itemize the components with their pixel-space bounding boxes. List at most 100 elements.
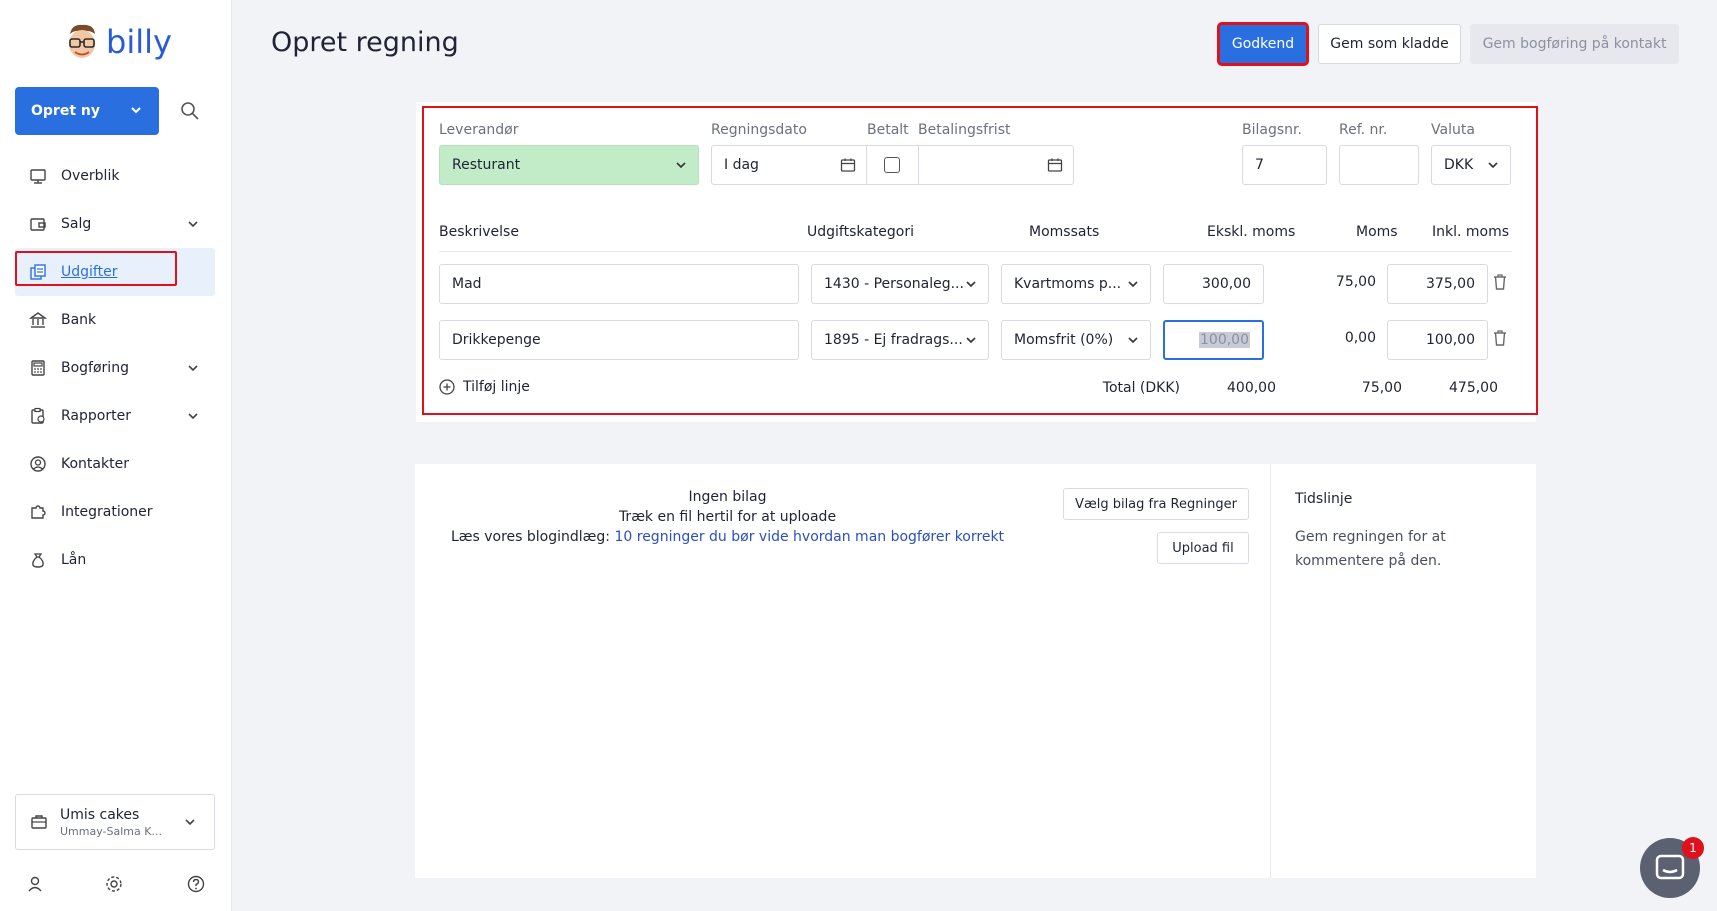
line-excl-input[interactable]: 300,00 bbox=[1163, 264, 1264, 304]
ref-input[interactable] bbox=[1339, 145, 1419, 185]
org-user: Ummay-Salma K... bbox=[60, 824, 162, 838]
line-description-input[interactable]: Mad bbox=[439, 264, 799, 304]
total-incl: 475,00 bbox=[1449, 380, 1498, 396]
trash-icon[interactable] bbox=[1492, 273, 1508, 291]
line-excl-value: 300,00 bbox=[1202, 276, 1251, 292]
sidebar-item-label: Integrationer bbox=[61, 504, 153, 520]
create-new-label: Opret ny bbox=[31, 103, 100, 119]
supplier-value: Resturant bbox=[452, 157, 521, 173]
sidebar-item-label: Bank bbox=[61, 312, 97, 328]
sidebar-item-rapporter[interactable]: Rapporter bbox=[15, 392, 215, 440]
sidebar-item-overblik[interactable]: Overblik bbox=[15, 152, 215, 200]
sidebar-item-label: Rapporter bbox=[61, 408, 131, 424]
sidebar-item-bogforing[interactable]: Bogføring bbox=[15, 344, 215, 392]
col-excl: Ekskl. moms bbox=[1207, 224, 1296, 240]
chevron-down-icon bbox=[966, 337, 976, 344]
sidebar-footer bbox=[0, 875, 232, 899]
chevron-down-icon bbox=[1128, 337, 1138, 344]
page-title: Opret regning bbox=[271, 27, 459, 58]
chevron-down-icon bbox=[1128, 281, 1138, 288]
billy-face-icon bbox=[69, 24, 95, 58]
bills-icon bbox=[30, 264, 46, 280]
bill-date-input[interactable]: I dag bbox=[711, 145, 867, 185]
line-incl-value: 100,00 bbox=[1426, 332, 1475, 348]
chevron-down-icon bbox=[188, 365, 198, 372]
logo[interactable]: billy bbox=[64, 22, 172, 62]
bill-date-label: Regningsdato bbox=[711, 122, 807, 138]
ref-label: Ref. nr. bbox=[1339, 122, 1388, 138]
sidebar: billy Opret ny Overblik Salg Udgifter Ba… bbox=[0, 0, 232, 911]
sidebar-item-label: Kontakter bbox=[61, 456, 129, 472]
line-category-value: 1895 - Ej fradrags... bbox=[824, 332, 963, 348]
col-description: Beskrivelse bbox=[439, 224, 519, 240]
chat-badge: 1 bbox=[1682, 837, 1704, 859]
sidebar-item-integrationer[interactable]: Integrationer bbox=[15, 488, 215, 536]
currency-select[interactable]: DKK bbox=[1431, 145, 1511, 185]
no-attachments-text: Ingen bilag bbox=[688, 489, 767, 505]
logo-text: billy bbox=[106, 23, 172, 61]
user-icon[interactable] bbox=[26, 875, 44, 897]
line-vat-rate-value: Momsfrit (0%) bbox=[1014, 332, 1114, 348]
chevron-down-icon bbox=[676, 162, 686, 169]
sidebar-item-kontakter[interactable]: Kontakter bbox=[15, 440, 215, 488]
currency-label: Valuta bbox=[1431, 122, 1475, 138]
timeline-text: Gem regningen for at kommentere på den. bbox=[1295, 529, 1446, 569]
sidebar-item-label: Overblik bbox=[61, 168, 120, 184]
chevron-down-icon bbox=[185, 819, 195, 826]
voucher-input[interactable]: 7 bbox=[1242, 145, 1327, 185]
supplier-select[interactable]: Resturant bbox=[439, 145, 699, 185]
blog-link[interactable]: 10 regninger du bør vide hvordan man bog… bbox=[614, 529, 1004, 545]
add-line-label: Tilføj linje bbox=[463, 379, 530, 395]
due-date-input[interactable] bbox=[918, 145, 1074, 185]
line-incl-input[interactable]: 100,00 bbox=[1387, 320, 1488, 360]
add-line-button[interactable]: Tilføj linje bbox=[439, 379, 530, 395]
paid-checkbox[interactable] bbox=[884, 157, 900, 173]
plus-circle-icon bbox=[439, 379, 455, 395]
sidebar-item-bank[interactable]: Bank bbox=[15, 296, 215, 344]
bank-icon bbox=[29, 312, 47, 328]
sidebar-item-label: Lån bbox=[61, 552, 87, 568]
create-new-button[interactable]: Opret ny bbox=[15, 87, 159, 135]
chevron-down-icon bbox=[131, 107, 141, 114]
trash-icon[interactable] bbox=[1492, 329, 1508, 347]
approve-button[interactable]: Godkend bbox=[1217, 22, 1309, 66]
save-draft-button[interactable]: Gem som kladde bbox=[1318, 24, 1461, 64]
col-vat-rate: Momssats bbox=[1029, 224, 1100, 240]
total-label: Total (DKK) bbox=[1102, 380, 1180, 396]
line-vat-rate-select[interactable]: Kvartmoms p... bbox=[1001, 264, 1151, 304]
line-description-input[interactable]: Drikkepenge bbox=[439, 320, 799, 360]
wallet-icon bbox=[30, 218, 46, 231]
upload-file-button[interactable]: Upload fil bbox=[1157, 532, 1249, 564]
gear-icon[interactable] bbox=[105, 875, 123, 897]
search-icon[interactable] bbox=[180, 101, 200, 121]
line-vat-rate-select[interactable]: Momsfrit (0%) bbox=[1001, 320, 1151, 360]
currency-value: DKK bbox=[1444, 157, 1474, 173]
blog-prefix: Læs vores blogindlæg: bbox=[450, 529, 611, 545]
sidebar-item-salg[interactable]: Salg bbox=[15, 200, 215, 248]
col-category: Udgiftskategori bbox=[807, 224, 915, 240]
line-excl-input[interactable]: 100,00 bbox=[1163, 320, 1264, 360]
sidebar-item-lan[interactable]: Lån bbox=[15, 536, 215, 584]
attachments-divider bbox=[1270, 464, 1271, 878]
chevron-down-icon bbox=[1488, 162, 1498, 169]
help-icon[interactable] bbox=[187, 875, 205, 897]
save-booking-contact-button[interactable]: Gem bogføring på kontakt bbox=[1470, 24, 1679, 64]
choose-attachment-button[interactable]: Vælg bilag fra Regninger bbox=[1063, 488, 1249, 520]
organization-switcher[interactable]: Umis cakes Ummay-Salma K... bbox=[15, 794, 215, 850]
calendar-icon bbox=[1047, 158, 1063, 172]
supplier-label: Leverandør bbox=[439, 122, 519, 138]
contact-icon bbox=[30, 456, 46, 472]
sidebar-nav: Overblik Salg Udgifter Bank Bogføring Ra… bbox=[15, 152, 215, 584]
line-incl-value: 375,00 bbox=[1426, 276, 1475, 292]
sidebar-item-label: Salg bbox=[61, 216, 92, 232]
dashboard-icon bbox=[30, 169, 46, 184]
due-date-label: Betalingsfrist bbox=[918, 122, 1011, 138]
sidebar-item-udgifter[interactable]: Udgifter bbox=[15, 248, 215, 296]
line-incl-input[interactable]: 375,00 bbox=[1387, 264, 1488, 304]
chevron-down-icon bbox=[188, 221, 198, 228]
timeline-title: Tidslinje bbox=[1295, 491, 1353, 507]
line-category-select[interactable]: 1430 - Personaleg... bbox=[811, 264, 989, 304]
line-category-select[interactable]: 1895 - Ej fradrags... bbox=[811, 320, 989, 360]
bill-date-value: I dag bbox=[724, 157, 759, 173]
report-icon bbox=[31, 407, 45, 424]
